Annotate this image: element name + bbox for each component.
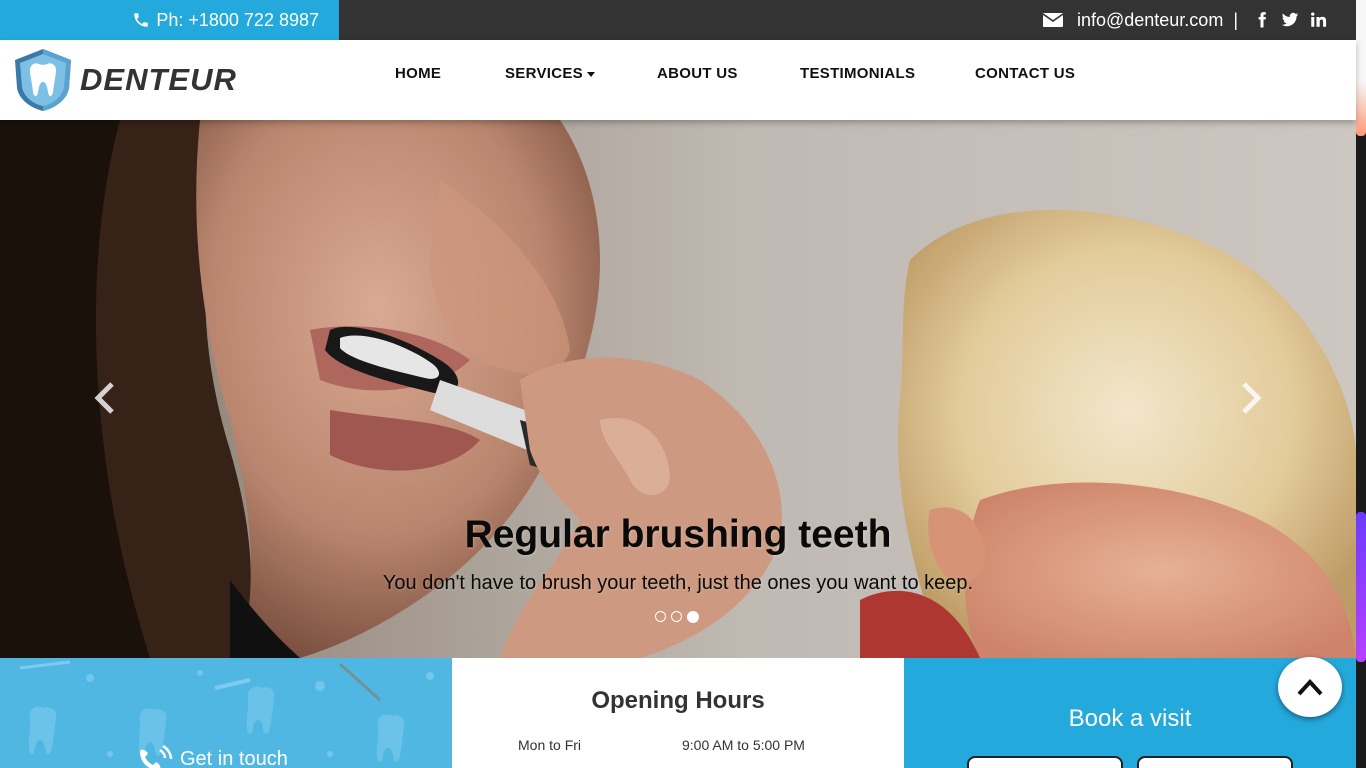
carousel-indicator-3[interactable] [687,611,699,623]
scrollbar-thumb[interactable] [1356,512,1366,662]
envelope-icon [1042,13,1063,27]
nav-testimonials[interactable]: TESTIMONIALS [800,65,915,82]
chevron-right-icon [1242,382,1262,414]
nav-services-label: SERVICES [505,65,583,82]
opening-hours-day: Mon to Fri [518,737,582,753]
carousel-indicator-2[interactable] [671,611,682,622]
book-visit-field-2[interactable] [1137,756,1293,768]
top-bar: Ph: +1800 722 8987 info@denteur.com | [0,0,1356,40]
hero-carousel: Regular brushing teeth You don't have to… [0,120,1356,658]
slide-title: Regular brushing teeth [464,513,892,556]
phone-number: Ph: +1800 722 8987 [156,9,319,30]
slide-subtitle: You don't have to brush your teeth, just… [382,572,974,594]
chevron-left-icon [94,382,114,414]
get-in-touch-link[interactable]: Get in touch [136,744,288,768]
carousel-indicator-1[interactable] [655,611,666,622]
carousel-next-button[interactable] [1236,378,1266,418]
email-link[interactable]: info@denteur.com [1077,10,1223,31]
nav-services[interactable]: SERVICES [505,65,595,82]
nav-about-us[interactable]: ABOUT US [657,65,738,82]
main-navbar: DENTEUR HOME SERVICES ABOUT US TESTIMONI… [0,40,1356,120]
scrollbar-top-accent [1356,0,1366,136]
get-in-touch-label: Get in touch [180,747,288,768]
get-in-touch-panel: Get in touch [0,658,452,768]
phone-volume-icon [140,744,173,768]
twitter-icon[interactable] [1276,8,1304,32]
nav-home[interactable]: HOME [395,65,441,82]
linkedin-icon[interactable] [1304,8,1332,32]
opening-hours-panel: Opening Hours Mon to Fri 9:00 AM to 5:00… [452,658,904,768]
opening-hours-title: Opening Hours [591,687,765,714]
back-to-top-button[interactable] [1278,657,1342,717]
facebook-icon[interactable] [1248,8,1276,32]
nav-contact-us[interactable]: CONTACT US [975,65,1075,82]
phone-icon [134,13,149,27]
page-scrollbar[interactable] [1356,0,1366,768]
chevron-up-icon [1297,679,1323,696]
phone-contact[interactable]: Ph: +1800 722 8987 [0,0,339,40]
carousel-indicators [655,611,699,623]
carousel-prev-button[interactable] [90,378,120,418]
separator: | [1233,9,1238,30]
caret-down-icon [587,71,595,77]
book-visit-field-1[interactable] [967,756,1123,768]
opening-hours-time: 9:00 AM to 5:00 PM [682,737,805,753]
